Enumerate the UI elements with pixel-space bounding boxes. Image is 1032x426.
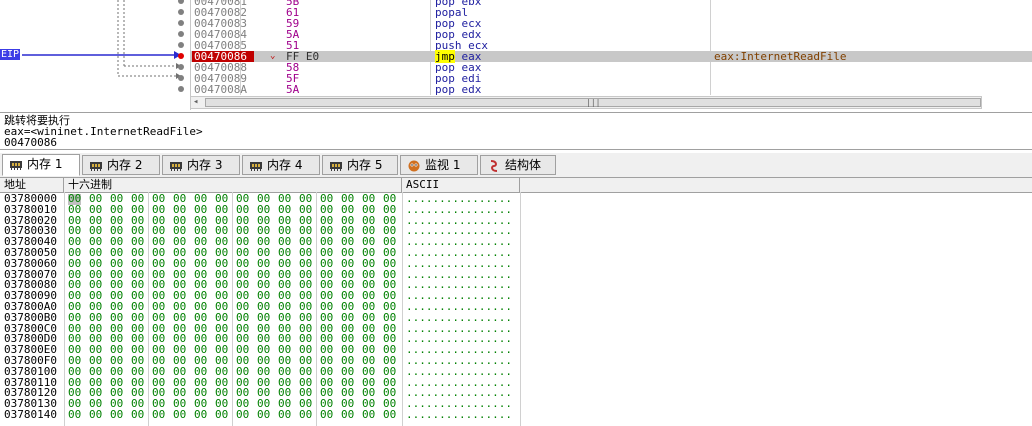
- tab-label: 监视 1: [425, 158, 461, 172]
- disassembly-list[interactable]: 00470081 5B pop ebx 00470082 61 popal 00470083…: [190, 0, 1032, 95]
- disassembly-hscrollbar[interactable]: ◂ |||: [190, 96, 982, 109]
- breakpoint-dot-icon[interactable]: [178, 86, 184, 92]
- memory-icon: [329, 159, 343, 171]
- disasm-address: 0047008A: [194, 83, 247, 96]
- hex-byte[interactable]: 00: [341, 409, 354, 421]
- struct-icon: [487, 159, 501, 172]
- eip-marker: EIP: [0, 49, 21, 60]
- disasm-row[interactable]: 00470081 5B pop ebx: [190, 0, 1032, 7]
- memory-icon: [89, 159, 103, 171]
- disasm-bytes: 59: [286, 17, 300, 30]
- hex-byte[interactable]: 00: [299, 409, 312, 421]
- hex-byte[interactable]: 00: [362, 409, 375, 421]
- dump-rows[interactable]: 03780000 00 00 00 00 00 00 00 00 00 00 00 00 00 00 00 00…: [0, 193, 1032, 421]
- memory-icon: [249, 159, 263, 171]
- info-pane: 跳转将要执行 eax=<wininet.InternetReadFile> 00…: [0, 112, 1032, 150]
- tab-label: 内存 1: [27, 157, 63, 171]
- tab-7[interactable]: 结构体: [480, 155, 556, 175]
- tab-label: 内存 2: [107, 158, 143, 172]
- disasm-instruction: pop edx: [435, 83, 482, 96]
- hex-byte[interactable]: 00: [68, 409, 81, 421]
- hex-byte[interactable]: 00: [383, 409, 396, 421]
- jump-arrows: [22, 0, 181, 79]
- disasm-row[interactable]: 00470083 59 pop ecx: [190, 18, 1032, 29]
- hex-byte[interactable]: 00: [173, 409, 186, 421]
- disasm-row[interactable]: 00470089 5F pop edi: [190, 73, 1032, 84]
- tab-1[interactable]: 内存 1: [2, 154, 80, 176]
- disasm-bytes: 61: [286, 6, 300, 19]
- disasm-bytes: 5A: [286, 28, 300, 41]
- disasm-bytes: 58: [286, 61, 300, 74]
- disasm-bytes: 5A: [286, 83, 300, 96]
- hex-byte[interactable]: 00: [89, 409, 102, 421]
- memory-dump-pane[interactable]: 地址 十六进制 ASCII 03780000 00 00 00 00 00 00 00 00 00…: [0, 178, 1032, 426]
- memory-icon: [9, 158, 23, 170]
- disasm-instruction: pop ebx: [435, 0, 482, 8]
- breakpoint-dot-icon[interactable]: [178, 9, 184, 15]
- disasm-row[interactable]: 00470088 58 pop eax: [190, 62, 1032, 73]
- tab-5[interactable]: 内存 5: [322, 155, 398, 175]
- disasm-comment: eax:InternetReadFile: [714, 50, 847, 63]
- tab-label: 内存 5: [347, 158, 383, 172]
- disasm-row[interactable]: 00470082 61 popal: [190, 7, 1032, 18]
- hex-byte[interactable]: 00: [236, 409, 249, 421]
- jump-gutter: EIP: [0, 0, 191, 110]
- hex-byte[interactable]: 00: [194, 409, 207, 421]
- disasm-bytes: 5B: [286, 0, 300, 8]
- hex-byte[interactable]: 00: [152, 409, 165, 421]
- header-hex[interactable]: 十六进制: [64, 178, 402, 192]
- tab-label: 结构体: [505, 158, 542, 172]
- scroll-left-arrow-icon[interactable]: ◂: [193, 97, 198, 108]
- watch-icon: [407, 159, 421, 172]
- ascii-text[interactable]: ................: [406, 409, 512, 421]
- breakpoint-dot-icon[interactable]: [178, 42, 184, 48]
- tab-6[interactable]: 监视 1: [400, 155, 478, 175]
- scrollbar-thumb[interactable]: |||: [205, 98, 981, 107]
- eip-breakpoint-icon[interactable]: [178, 53, 184, 59]
- tab-label: 内存 4: [267, 158, 303, 172]
- tab-2[interactable]: 内存 2: [82, 155, 160, 175]
- disasm-row[interactable]: 00470084 5A pop edx: [190, 29, 1032, 40]
- scroll-grip-icon: |||: [586, 98, 601, 107]
- tab-3[interactable]: 内存 3: [162, 155, 240, 175]
- dump-tabs: 内存 1 内存 2 内存 3 内存 4 内存 5 监视 1 结构体: [0, 153, 1032, 178]
- disasm-row[interactable]: 0047008A 5A pop edx: [190, 84, 1032, 95]
- hex-byte[interactable]: 00: [278, 409, 291, 421]
- breakpoint-dot-icon[interactable]: [178, 31, 184, 37]
- header-address[interactable]: 地址: [0, 178, 64, 192]
- tab-4[interactable]: 内存 4: [242, 155, 320, 175]
- breakpoint-dot-icon[interactable]: [178, 75, 184, 81]
- jump-taken-icon: ⌄: [270, 51, 276, 61]
- hex-byte[interactable]: 00: [320, 409, 333, 421]
- tab-label: 内存 3: [187, 158, 223, 172]
- breakpoint-dot-icon[interactable]: [178, 64, 184, 70]
- disasm-bytes: FF E0: [286, 50, 320, 63]
- hex-byte[interactable]: 00: [110, 409, 123, 421]
- dump-header: 地址 十六进制 ASCII: [0, 178, 1032, 193]
- hex-byte[interactable]: 00: [131, 409, 144, 421]
- breakpoint-dot-icon[interactable]: [178, 20, 184, 26]
- disasm-row[interactable]: 00470086 ⌄ FF E0 jmp eax eax:InternetReadFil…: [190, 50, 1032, 63]
- header-ascii[interactable]: ASCII: [402, 178, 520, 192]
- dump-row[interactable]: 03780140 00 00 00 00 00 00 00 00 00 00 00 00 00 00 00 00…: [0, 407, 1032, 421]
- hex-byte[interactable]: 00: [215, 409, 228, 421]
- dump-address: 03780140: [4, 407, 57, 421]
- disassembly-pane[interactable]: EIP 00470081 5B pop ebx 00470082 61 popal 0047…: [0, 0, 1032, 110]
- disasm-bytes: 5F: [286, 72, 300, 85]
- hex-byte[interactable]: 00: [257, 409, 270, 421]
- memory-icon: [169, 159, 183, 171]
- info-address: 00470086: [4, 136, 57, 149]
